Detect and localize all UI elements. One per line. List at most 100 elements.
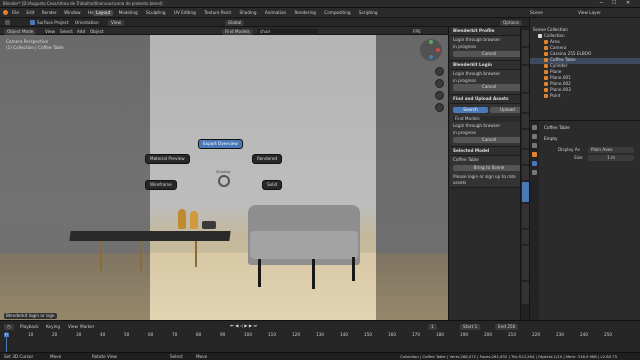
blenderkit-panel: Blenderkit Profile Login through browser… xyxy=(448,27,528,320)
find-upload-body: Search Upload Find Models Login through … xyxy=(450,103,528,147)
navigation-gizmo[interactable] xyxy=(420,39,442,61)
current-frame-field[interactable]: 1 xyxy=(428,324,437,331)
login-section-header[interactable]: Blenderkit Login xyxy=(450,60,528,71)
next-key-icon[interactable]: ▶ xyxy=(249,323,252,328)
end-frame-field[interactable]: End 250 xyxy=(495,324,519,331)
vtab-create-2[interactable] xyxy=(522,230,529,244)
menu-view[interactable]: View xyxy=(68,324,78,329)
coffee-table-top[interactable] xyxy=(69,231,231,241)
menu-add[interactable]: Add xyxy=(77,29,85,34)
output-props-icon[interactable] xyxy=(532,143,537,148)
vtab-edit-2[interactable] xyxy=(522,150,529,164)
status-hint: Move xyxy=(50,354,62,359)
cancel-button[interactable]: Cancel xyxy=(453,84,525,91)
play-reverse-icon[interactable]: ◁ xyxy=(240,323,243,328)
menu-marker[interactable]: Marker xyxy=(80,324,94,329)
pie-solid[interactable]: Solid xyxy=(262,180,283,191)
close-icon[interactable]: ✕ xyxy=(626,1,630,6)
bring-to-scene-button[interactable]: Bring to Scene xyxy=(453,165,525,172)
outliner-item[interactable]: Point xyxy=(530,93,640,100)
object-props-icon[interactable] xyxy=(532,152,537,157)
pan-hand-icon[interactable] xyxy=(435,79,444,88)
profile-section-header[interactable]: Blenderkit Profile xyxy=(450,27,528,37)
prev-key-icon[interactable]: ◀ xyxy=(235,323,238,328)
empty-section-header[interactable]: Empty xyxy=(544,136,558,141)
view-layer-selector[interactable]: View Layer xyxy=(578,10,601,15)
menu-view[interactable]: View xyxy=(45,29,55,34)
vtab-create[interactable] xyxy=(522,94,529,112)
menu-window[interactable]: Window xyxy=(64,10,81,15)
menu-object[interactable]: Object xyxy=(90,29,104,34)
start-frame-field[interactable]: Start 1 xyxy=(460,324,481,331)
search-tab[interactable]: Search xyxy=(453,106,488,114)
menu-playback[interactable]: Playback xyxy=(20,324,39,329)
vtab-blenderkit-active[interactable] xyxy=(522,182,529,202)
cancel-button[interactable]: Cancel xyxy=(453,50,525,57)
jump-start-icon[interactable]: ⏮ xyxy=(230,323,234,328)
transform-orientation-dropdown[interactable]: Global xyxy=(225,20,245,27)
tab-compositing[interactable]: Compositing xyxy=(321,10,353,16)
vtab-checker-deselect[interactable] xyxy=(522,204,529,228)
play-icon[interactable]: ▶ xyxy=(244,323,247,328)
orientation-dropdown[interactable]: View xyxy=(108,20,124,27)
gizmo-y-icon[interactable] xyxy=(429,40,433,44)
size-field[interactable]: 1 m xyxy=(588,155,634,162)
vtab-tool[interactable] xyxy=(522,30,529,46)
menu-file[interactable]: File xyxy=(12,10,19,15)
data-props-icon[interactable] xyxy=(532,170,537,175)
vtab-edit[interactable] xyxy=(522,114,529,128)
vtab-blenderkit[interactable] xyxy=(522,66,529,92)
timeline-editor-type[interactable]: ◷ xyxy=(4,324,14,331)
vtab-view[interactable] xyxy=(522,48,529,64)
find-models-select[interactable]: Find Models xyxy=(453,116,525,123)
object-name-field[interactable]: Coffee Table xyxy=(544,125,570,130)
render-props-icon[interactable] xyxy=(532,134,537,139)
tab-scripting[interactable]: Scripting xyxy=(356,10,381,16)
title-bar: Blender* [D:\Augusto Cesar\Area de Traba… xyxy=(0,0,640,8)
blender-logo-icon[interactable] xyxy=(3,10,8,15)
menu-keying[interactable]: Keying xyxy=(46,324,60,329)
minimize-icon[interactable]: ─ xyxy=(600,1,603,6)
menu-edit[interactable]: Edit xyxy=(26,10,34,15)
options-dropdown[interactable]: Options xyxy=(500,20,523,27)
gizmo-x-icon[interactable] xyxy=(436,48,440,52)
3d-viewport[interactable]: Camera Perspective (1) Collection | Coff… xyxy=(0,35,448,320)
zoom-icon[interactable] xyxy=(435,67,444,76)
camera-view-icon[interactable] xyxy=(435,91,444,100)
vtab-item[interactable] xyxy=(522,166,529,180)
selected-model-header[interactable]: Selected Model xyxy=(450,146,528,157)
menu-render[interactable]: Render xyxy=(42,10,57,15)
ortho-grid-icon[interactable] xyxy=(435,103,444,112)
vtab-physics[interactable] xyxy=(522,130,529,148)
surface-project-checkbox[interactable] xyxy=(30,20,35,25)
tab-sculpting[interactable]: Sculpting xyxy=(143,10,169,16)
tab-animation[interactable]: Animation xyxy=(262,10,289,16)
tab-rendering[interactable]: Rendering xyxy=(292,10,319,16)
tab-uv-editing[interactable]: UV Editing xyxy=(171,10,199,16)
pie-export-overview[interactable]: Export Overview xyxy=(198,139,243,150)
vtab-checkout-model[interactable] xyxy=(522,246,529,280)
tab-shading[interactable]: Shading xyxy=(236,10,259,16)
tab-modeling[interactable]: Modeling xyxy=(116,10,141,16)
find-upload-header[interactable]: Find and Upload Assets xyxy=(450,94,528,104)
jump-end-icon[interactable]: ⏭ xyxy=(253,323,257,328)
pie-rendered[interactable]: Rendered xyxy=(252,154,283,165)
pie-material-preview[interactable]: Material Preview xyxy=(145,154,190,165)
constraints-icon[interactable] xyxy=(532,161,537,166)
playhead[interactable] xyxy=(6,332,7,353)
tab-texture-paint[interactable]: Texture Paint xyxy=(201,10,234,16)
maximize-icon[interactable]: ☐ xyxy=(612,1,616,6)
vtab-the-entrei[interactable] xyxy=(522,282,529,304)
scene-selector[interactable]: Scene xyxy=(530,10,543,15)
frame-ruler[interactable]: 0 10 20 30 40 50 60 70 80 90 100 110 120… xyxy=(4,332,636,339)
tool-props-icon[interactable] xyxy=(532,125,537,130)
pie-wireframe[interactable]: Wireframe xyxy=(145,180,177,191)
menu-select[interactable]: Select xyxy=(60,29,73,34)
gizmo-z-icon[interactable] xyxy=(429,55,433,59)
gold-vase[interactable] xyxy=(190,211,198,229)
gold-vase[interactable] xyxy=(178,209,186,229)
tab-layout[interactable]: Layout xyxy=(93,10,114,17)
display-as-dropdown[interactable]: Plain Axes xyxy=(588,147,634,154)
tool-icon[interactable] xyxy=(5,20,10,25)
cancel-button[interactable]: Cancel xyxy=(453,136,525,143)
